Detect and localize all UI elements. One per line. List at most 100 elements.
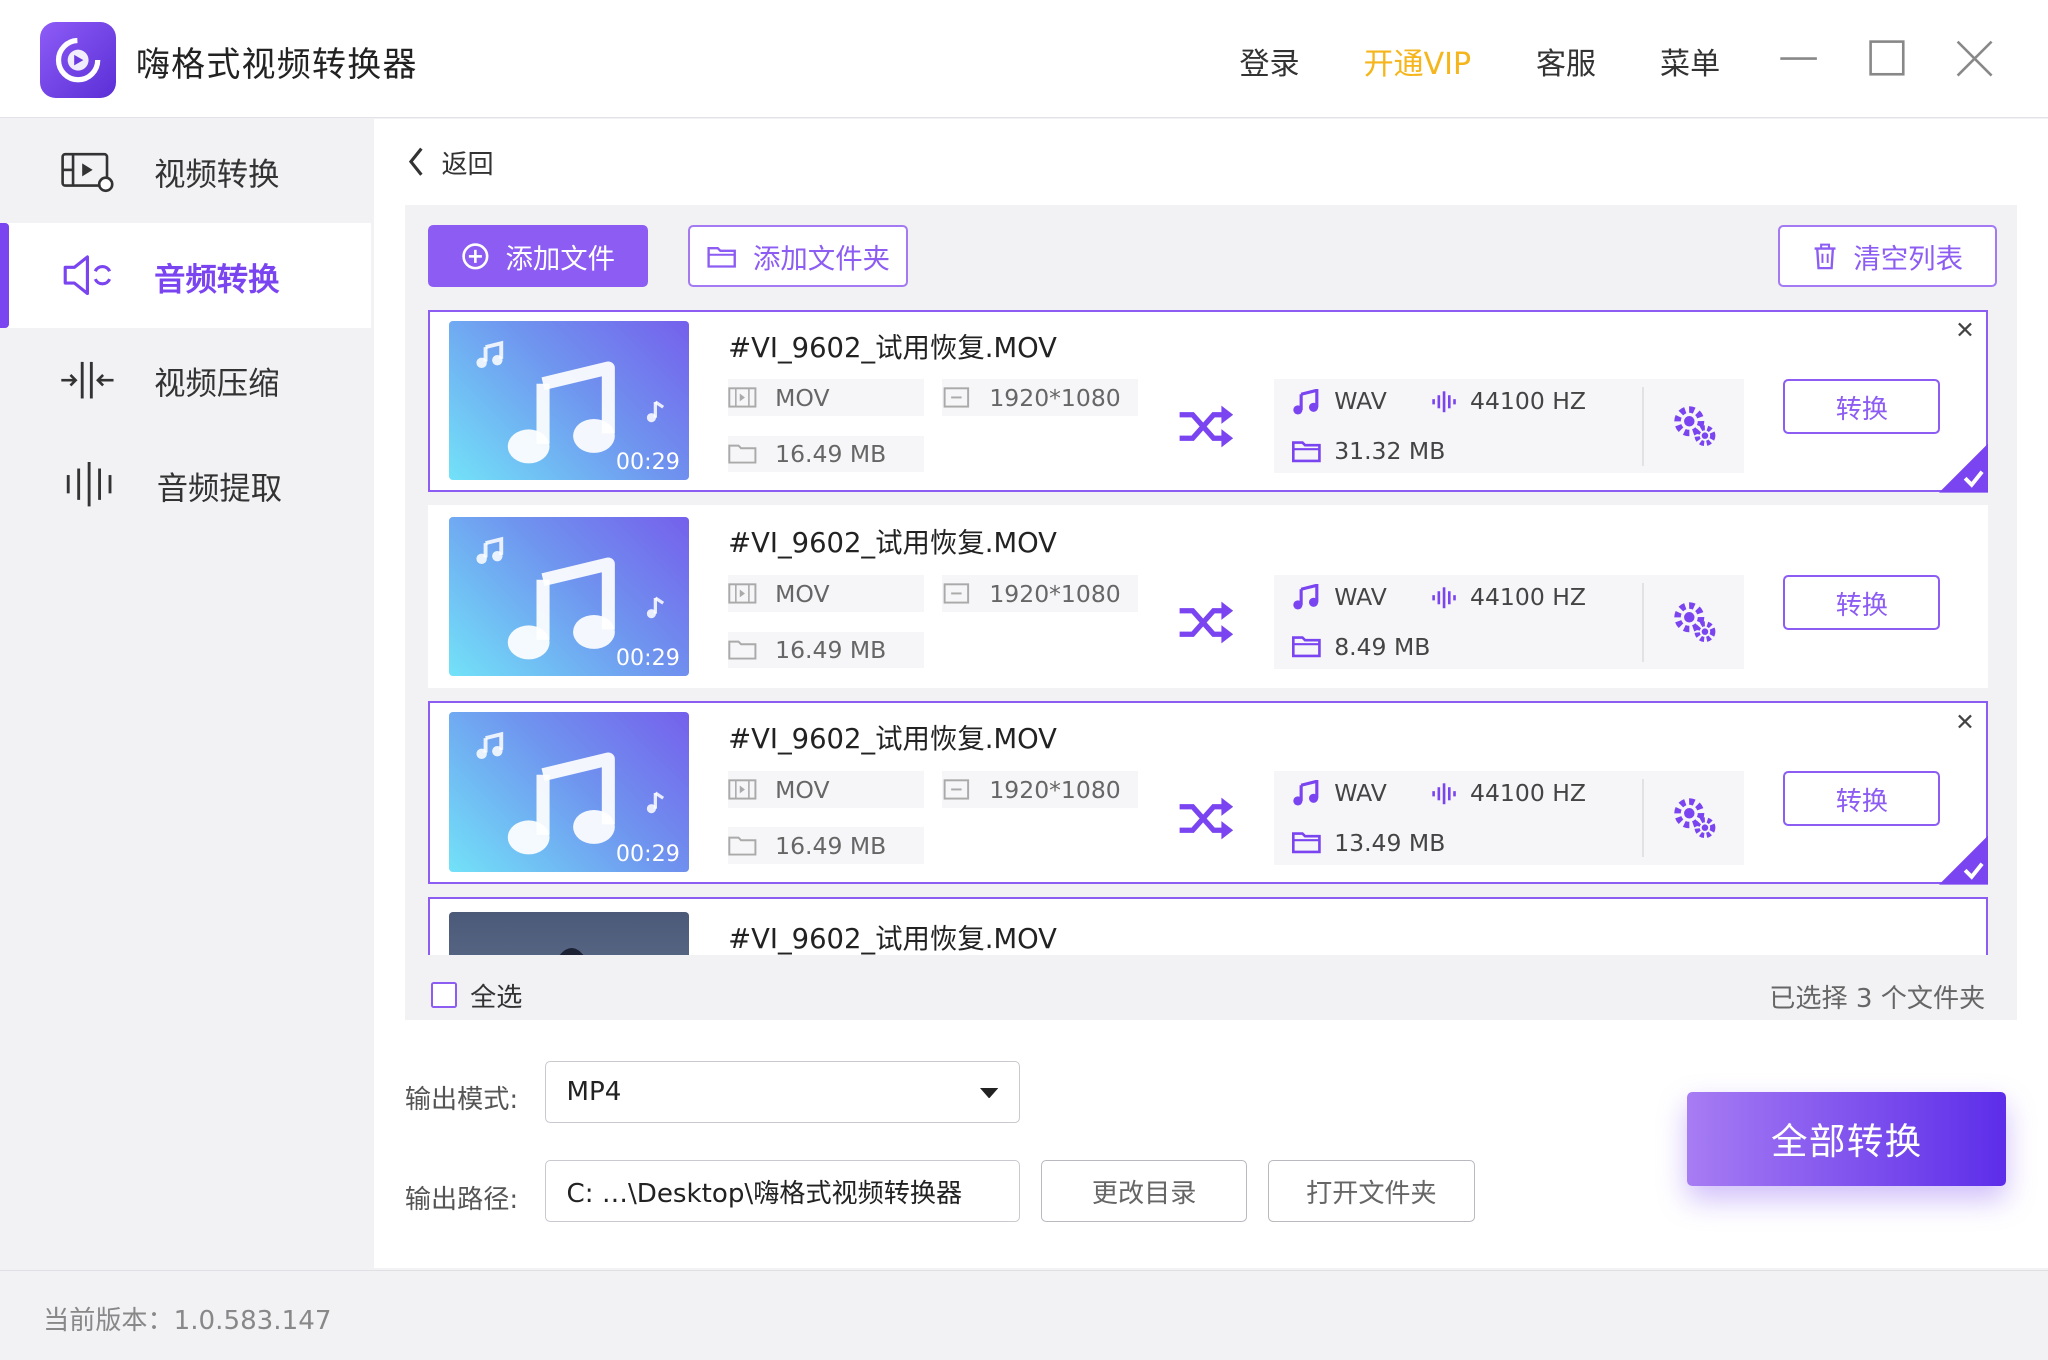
sidebar-item-label: 音频转换 bbox=[154, 261, 280, 298]
output-settings: WAV 44100 HZ 8.49 MB bbox=[1274, 575, 1745, 670]
folder-icon bbox=[728, 640, 757, 660]
app-window: 嗨格式视频转换器 登录 开通VIP 客服 菜单 视频转换 音频转换 视频压缩 音… bbox=[0, 0, 2048, 1360]
output-path-label: 输出路径: bbox=[404, 1185, 519, 1216]
output-format-value: WAV bbox=[1334, 583, 1387, 612]
sidebar-item-video-compress[interactable]: 视频压缩 bbox=[0, 328, 371, 432]
source-format: MOV bbox=[728, 575, 925, 612]
file-list: 00:29 #VI_9602_试用恢复.MOV MOV 1920*1080 16… bbox=[428, 309, 1990, 955]
file-name: #VI_9602_试用恢复.MOV bbox=[728, 724, 1057, 756]
file-thumbnail bbox=[448, 912, 689, 955]
convert-button[interactable]: 转换 bbox=[1783, 771, 1941, 827]
file-card[interactable]: 00:29 #VI_9602_试用恢复.MOV MOV 1920*1080 16… bbox=[428, 505, 1988, 689]
resolution-icon bbox=[943, 779, 970, 800]
app-logo bbox=[40, 22, 117, 98]
remove-file-icon[interactable]: ✕ bbox=[1952, 709, 1978, 735]
file-card[interactable]: 00:29 #VI_9602_试用恢复.MOV MOV 1920*1080 16… bbox=[428, 309, 1989, 493]
source-resolution: 1920*1080 bbox=[942, 379, 1139, 416]
source-resolution-value: 1920*1080 bbox=[989, 383, 1121, 412]
maximize-icon bbox=[1869, 40, 1905, 76]
output-rate-value: 44100 HZ bbox=[1470, 583, 1587, 612]
folder-purple-icon bbox=[1292, 636, 1322, 658]
sidebar-item-label: 视频压缩 bbox=[154, 366, 280, 403]
output-path-value: C: …\Desktop\嗨格式视频转换器 bbox=[566, 1179, 963, 1210]
file-card[interactable]: 00:29 #VI_9602_试用恢复.MOV MOV 1920*1080 16… bbox=[428, 701, 1989, 885]
sidebar-item-video-convert[interactable]: 视频转换 bbox=[0, 119, 371, 223]
file-card[interactable]: #VI_9602_试用恢复.MOV bbox=[428, 897, 1988, 955]
audio-wave-icon bbox=[1432, 782, 1456, 804]
source-resolution: 1920*1080 bbox=[942, 771, 1139, 808]
divider bbox=[1642, 779, 1644, 858]
select-all-label: 全选 bbox=[470, 982, 523, 1013]
sidebar-item-audio-convert[interactable]: 音频转换 bbox=[0, 223, 371, 328]
plus-circle-icon bbox=[462, 242, 489, 270]
file-thumbnail: 00:29 bbox=[448, 516, 689, 676]
source-size: 16.49 MB bbox=[728, 631, 925, 669]
audio-wave-icon bbox=[1432, 391, 1456, 413]
select-all-checkbox[interactable]: 全选 bbox=[430, 976, 523, 1014]
duration-label: 00:29 bbox=[615, 644, 680, 671]
convert-button[interactable]: 转换 bbox=[1783, 575, 1941, 631]
source-format-value: MOV bbox=[775, 775, 830, 804]
file-name: #VI_9602_试用恢复.MOV bbox=[728, 924, 1057, 955]
video-convert-icon bbox=[61, 152, 114, 192]
add-file-button[interactable]: 添加文件 bbox=[428, 224, 648, 288]
checkbox-box[interactable] bbox=[430, 981, 458, 1008]
settings-gear-icon[interactable] bbox=[1671, 599, 1718, 646]
video-thumbnail-image bbox=[559, 948, 583, 955]
selected-count: 已选择 3 个文件夹 bbox=[1769, 983, 1986, 1014]
clear-list-button[interactable]: 清空列表 bbox=[1777, 224, 1997, 288]
version-text: 当前版本：1.0.583.147 bbox=[43, 1306, 332, 1337]
shuffle-arrow-icon bbox=[1180, 797, 1234, 840]
add-folder-button[interactable]: 添加文件夹 bbox=[688, 224, 908, 288]
selected-check-icon bbox=[1938, 443, 1989, 493]
main-content: 返回 添加文件 添加文件夹 清空列表 00:29 #VI_9602_试用恢复.M… bbox=[373, 118, 2048, 1269]
speaker-convert-icon bbox=[63, 255, 112, 296]
sidebar: 视频转换 音频转换 视频压缩 音频提取 bbox=[0, 118, 371, 1269]
menu-link[interactable]: 菜单 bbox=[1660, 39, 1720, 83]
close-button[interactable] bbox=[1955, 39, 1994, 78]
output-mode-select[interactable]: MP4 bbox=[544, 1060, 1021, 1124]
output-settings: WAV 44100 HZ 31.32 MB bbox=[1274, 379, 1745, 474]
sidebar-item-audio-extract[interactable]: 音频提取 bbox=[0, 432, 371, 536]
file-name: #VI_9602_试用恢复.MOV bbox=[728, 332, 1057, 364]
source-format-value: MOV bbox=[775, 579, 830, 608]
vip-link[interactable]: 开通VIP bbox=[1364, 39, 1472, 83]
source-resolution-value: 1920*1080 bbox=[989, 579, 1121, 608]
title-bar: 嗨格式视频转换器 登录 开通VIP 客服 菜单 bbox=[0, 0, 2048, 118]
duration-label: 00:29 bbox=[615, 840, 680, 867]
file-thumbnail: 00:29 bbox=[448, 712, 689, 872]
folder-icon bbox=[707, 246, 736, 268]
film-icon bbox=[728, 387, 757, 408]
source-size-value: 16.49 MB bbox=[775, 831, 887, 860]
minimize-button[interactable] bbox=[1779, 39, 1818, 78]
maximize-button[interactable] bbox=[1868, 39, 1907, 78]
back-label: 返回 bbox=[441, 149, 494, 180]
film-icon bbox=[728, 583, 757, 604]
close-icon bbox=[1956, 40, 1993, 77]
login-link[interactable]: 登录 bbox=[1239, 39, 1299, 83]
folder-purple-icon bbox=[1292, 440, 1322, 462]
source-format-value: MOV bbox=[775, 383, 830, 412]
output-rate-value: 44100 HZ bbox=[1470, 779, 1587, 808]
output-size-value: 8.49 MB bbox=[1334, 632, 1431, 661]
output-path-field[interactable]: C: …\Desktop\嗨格式视频转换器 bbox=[544, 1159, 1021, 1223]
remove-file-icon[interactable]: ✕ bbox=[1952, 317, 1978, 343]
back-button[interactable]: 返回 bbox=[407, 145, 494, 180]
status-bar: 当前版本：1.0.583.147 bbox=[0, 1269, 2048, 1360]
source-resolution-value: 1920*1080 bbox=[989, 775, 1121, 804]
settings-gear-icon[interactable] bbox=[1671, 795, 1718, 842]
settings-gear-icon[interactable] bbox=[1671, 403, 1718, 450]
source-size: 16.49 MB bbox=[728, 827, 925, 864]
folder-icon bbox=[728, 836, 757, 856]
service-link[interactable]: 客服 bbox=[1536, 39, 1596, 83]
divider bbox=[1642, 387, 1644, 466]
output-size-value: 13.49 MB bbox=[1334, 828, 1446, 857]
selected-check-icon bbox=[1938, 835, 1989, 885]
open-folder-button[interactable]: 打开文件夹 bbox=[1268, 1159, 1475, 1223]
app-title: 嗨格式视频转换器 bbox=[135, 44, 418, 85]
shuffle-arrow-icon bbox=[1180, 405, 1234, 448]
convert-button[interactable]: 转换 bbox=[1783, 379, 1941, 435]
convert-all-button[interactable]: 全部转换 bbox=[1687, 1091, 2007, 1186]
source-size-value: 16.49 MB bbox=[775, 635, 887, 664]
change-dir-button[interactable]: 更改目录 bbox=[1040, 1159, 1248, 1223]
